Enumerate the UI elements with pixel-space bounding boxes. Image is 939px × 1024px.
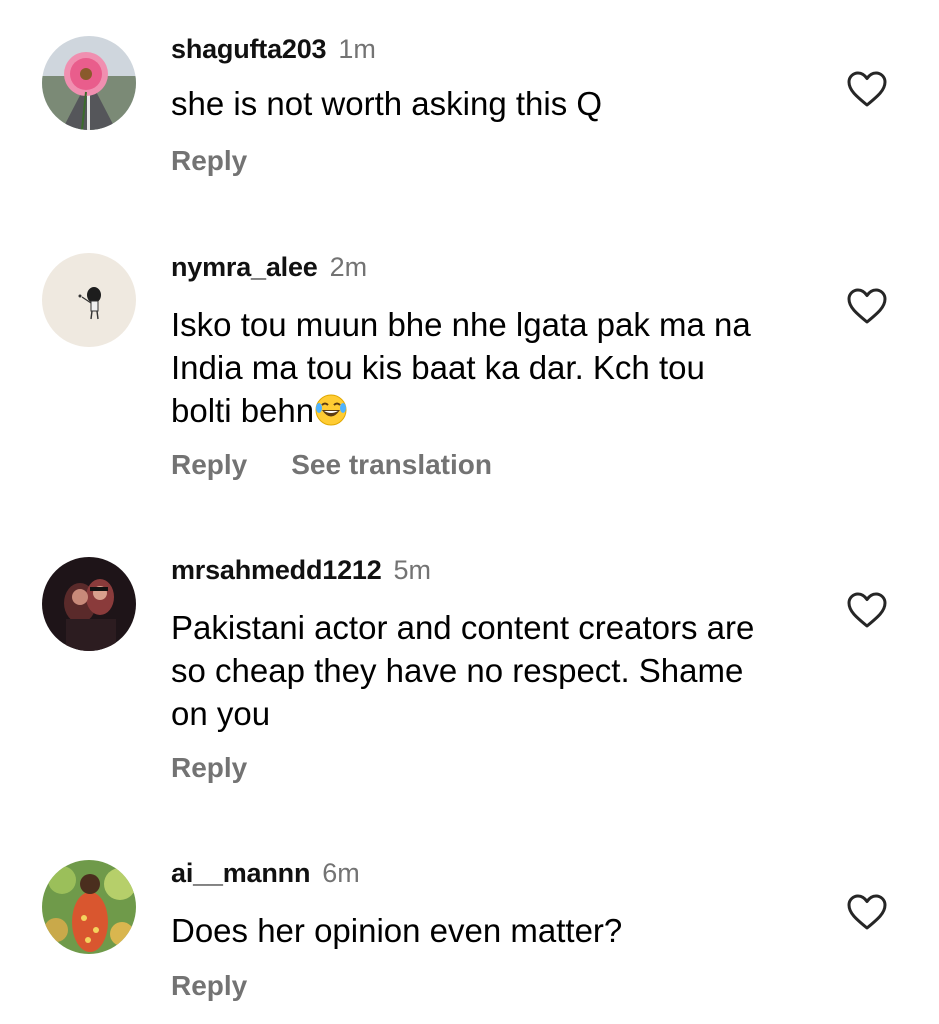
comment-actions: Reply	[171, 147, 247, 175]
user-avatar[interactable]	[42, 860, 136, 954]
comment-text: Pakistani actor and content creators are…	[171, 609, 755, 732]
reply-button[interactable]: Reply	[171, 449, 247, 480]
username[interactable]: ai__mannn	[171, 858, 310, 888]
comment-meta: mrsahmedd1212 5m	[171, 557, 431, 584]
timestamp: 6m	[322, 858, 360, 888]
comment-actions: Reply	[171, 754, 247, 782]
reply-button[interactable]: Reply	[171, 752, 247, 783]
reply-button[interactable]: Reply	[171, 970, 247, 1001]
flower-avatar-icon	[42, 36, 136, 130]
see-translation-button[interactable]: See translation	[291, 449, 492, 480]
comment-meta: shagufta203 1m	[171, 36, 376, 63]
comment-actions: Reply See translation	[171, 451, 492, 479]
user-avatar[interactable]	[42, 36, 136, 130]
comment-actions: Reply	[171, 972, 247, 1000]
like-button[interactable]	[846, 70, 888, 108]
timestamp: 2m	[329, 252, 368, 282]
user-avatar[interactable]	[42, 557, 136, 651]
painting-avatar-icon	[42, 860, 136, 954]
timestamp: 1m	[338, 34, 376, 64]
heart-outline-icon	[847, 592, 887, 628]
comment-meta: ai__mannn 6m	[171, 860, 360, 887]
username[interactable]: shagufta203	[171, 34, 327, 64]
heart-outline-icon	[847, 894, 887, 930]
username[interactable]: nymra_alee	[171, 252, 318, 282]
like-button[interactable]	[846, 591, 888, 629]
timestamp: 5m	[393, 555, 432, 585]
like-button[interactable]	[846, 287, 888, 325]
reply-button[interactable]: Reply	[171, 145, 247, 176]
like-button[interactable]	[846, 893, 888, 931]
comment-text: she is not worth asking this Q	[171, 85, 603, 122]
laughing-tears-emoji-icon	[315, 394, 347, 426]
comment-text-body: Isko tou muun bhe nhe lgata pak ma na In…	[171, 306, 751, 429]
heart-outline-icon	[847, 288, 887, 324]
heart-outline-icon	[847, 71, 887, 107]
username[interactable]: mrsahmedd1212	[171, 555, 382, 585]
couple-photo-avatar-icon	[42, 557, 136, 651]
comment-text: Isko tou muun bhe nhe lgata pak ma na In…	[171, 303, 761, 432]
comment-text: Does her opinion even matter?	[171, 912, 623, 949]
comment-meta: nymra_alee 2m	[171, 254, 367, 281]
user-avatar[interactable]	[42, 253, 136, 347]
girl-drawing-avatar-icon	[42, 253, 136, 347]
